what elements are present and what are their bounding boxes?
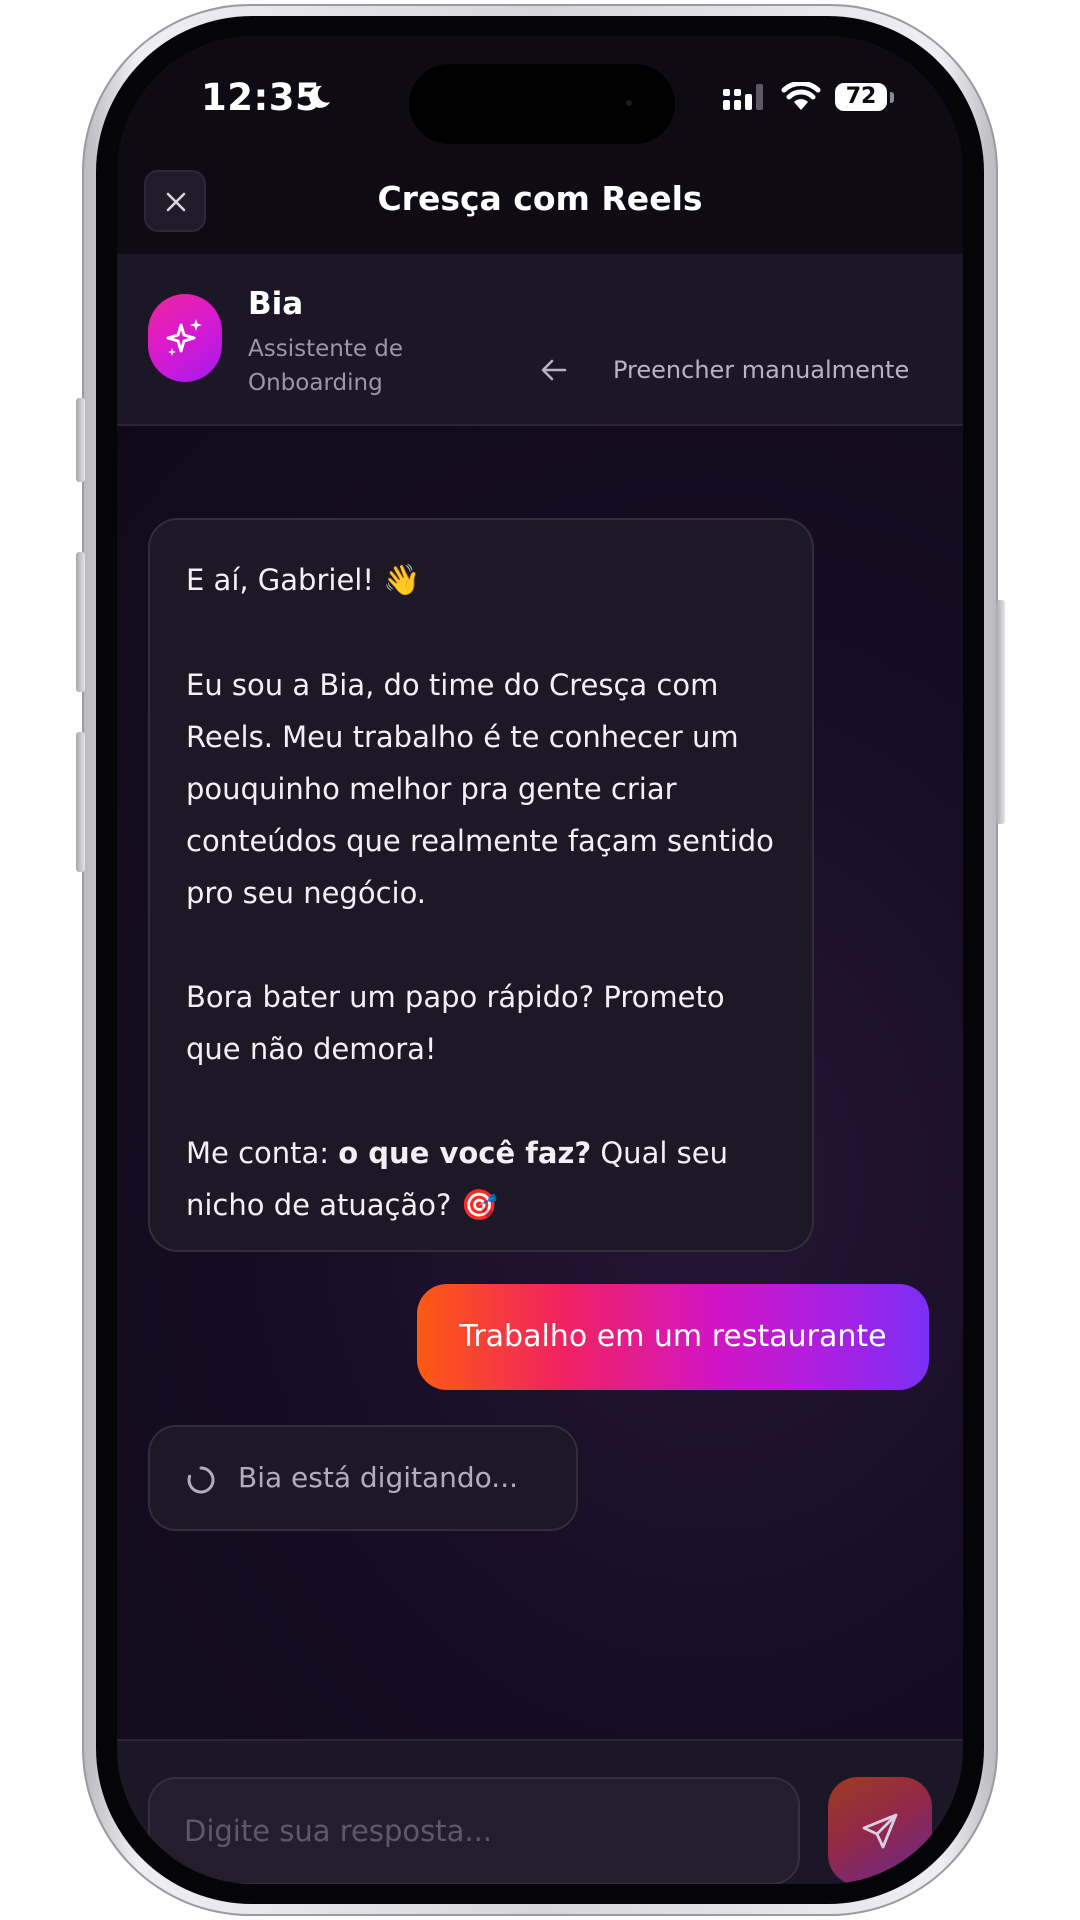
sparkles-icon bbox=[166, 319, 202, 356]
action-button bbox=[76, 398, 85, 482]
bot-message: E aí, Gabriel! 👋 Eu sou a Bia, do time d… bbox=[148, 518, 814, 1252]
bot-greeting-line: E aí, Gabriel! 👋 bbox=[186, 554, 778, 607]
bot-paragraph-invite: Bora bater um papo rápido? Prometo que n… bbox=[186, 980, 725, 1066]
bot-question-bold: o que você faz? bbox=[338, 1136, 592, 1170]
wifi-icon bbox=[781, 82, 821, 110]
battery-indicator: 72 bbox=[835, 83, 887, 111]
typing-indicator: Bia está digitando... bbox=[148, 1425, 578, 1531]
app-screen: 12:35 72 Cresça com Reels Bia Assistente bbox=[117, 36, 963, 1884]
agent-name: Bia bbox=[248, 286, 304, 322]
avatar bbox=[148, 294, 222, 382]
bot-greeting: E aí, Gabriel! bbox=[186, 563, 374, 597]
camera-dot bbox=[626, 100, 632, 106]
battery-nub bbox=[890, 92, 894, 103]
volume-up-button bbox=[76, 552, 85, 692]
arrow-left-icon bbox=[541, 359, 567, 381]
send-icon bbox=[862, 1813, 898, 1849]
fill-manually-label: Preencher manualmente bbox=[613, 356, 910, 384]
user-message: Trabalho em um restaurante bbox=[417, 1284, 929, 1390]
bot-question-line: Me conta: o que você faz? Qual seu nicho… bbox=[186, 1127, 778, 1232]
agent-role: Assistente de Onboarding bbox=[248, 336, 404, 396]
moon-icon bbox=[309, 85, 330, 108]
cellular-signal-icon bbox=[723, 84, 763, 110]
target-emoji: 🎯 bbox=[460, 1188, 498, 1223]
bot-question-prefix: Me conta: bbox=[186, 1136, 330, 1170]
page-title: Cresça com Reels bbox=[377, 179, 703, 218]
typing-label: Bia está digitando... bbox=[238, 1461, 518, 1494]
waving-hand-emoji: 👋 bbox=[383, 563, 421, 598]
bot-paragraph-intro: Eu sou a Bia, do time do Cresça com Reel… bbox=[186, 668, 774, 910]
volume-down-button bbox=[76, 732, 85, 872]
send-button[interactable] bbox=[828, 1777, 932, 1884]
spinner-icon bbox=[187, 1466, 215, 1494]
dynamic-island bbox=[409, 64, 675, 144]
agent-bar bbox=[117, 254, 963, 426]
power-button bbox=[996, 600, 1005, 824]
message-input[interactable] bbox=[148, 1777, 800, 1884]
